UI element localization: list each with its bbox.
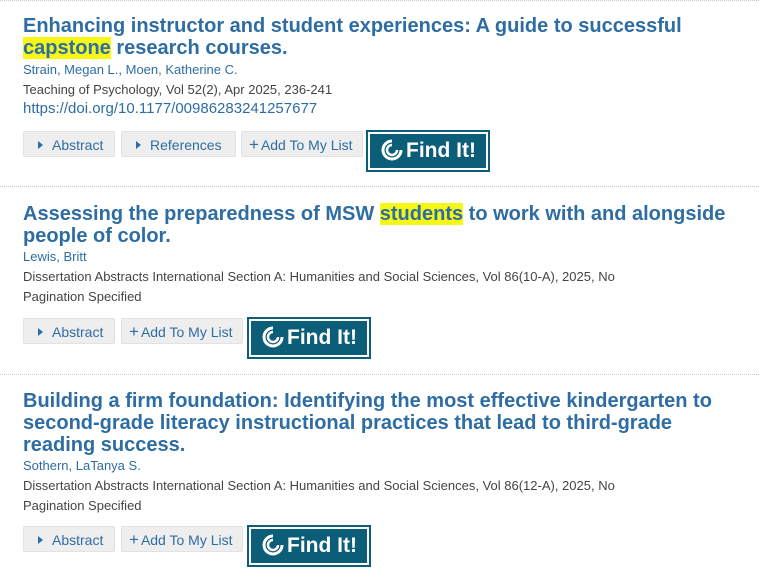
result-source: Dissertation Abstracts International Sec… (23, 269, 615, 304)
result-title[interactable]: Assessing the preparedness of MSW studen… (23, 203, 743, 247)
result-doi-link[interactable]: https://doi.org/10.1177/0098628324125767… (23, 100, 317, 118)
find-it-button[interactable]: Find It! (247, 317, 371, 359)
search-term-highlight: students (379, 203, 464, 225)
abstract-button[interactable]: Abstract (23, 318, 115, 344)
result-authors[interactable]: Strain, Megan L., Moen, Katherine C. (23, 62, 238, 78)
caret-right-icon (136, 141, 141, 149)
result-source: Dissertation Abstracts International Sec… (23, 478, 615, 513)
result-authors[interactable]: Lewis, Britt (23, 249, 87, 265)
result-divider (0, 186, 759, 187)
findit-swirl-icon (381, 139, 403, 161)
add-to-my-list-button[interactable]: + Add To My List (241, 131, 363, 157)
result-title[interactable]: Building a firm foundation: Identifying … (23, 390, 723, 456)
add-to-my-list-button[interactable]: + Add To My List (121, 526, 243, 552)
abstract-button[interactable]: Abstract (23, 131, 115, 157)
plus-icon: + (249, 135, 259, 154)
result-source: Teaching of Psychology, Vol 52(2), Apr 2… (23, 82, 333, 97)
caret-right-icon (38, 141, 43, 149)
add-to-my-list-button[interactable]: + Add To My List (121, 318, 243, 344)
findit-swirl-icon (262, 326, 284, 348)
caret-right-icon (38, 328, 43, 336)
result-authors[interactable]: Sothern, LaTanya S. (23, 458, 141, 474)
find-it-button[interactable]: Find It! (366, 130, 490, 172)
caret-right-icon (38, 536, 43, 544)
plus-icon: + (129, 530, 139, 549)
result-title[interactable]: Enhancing instructor and student experie… (23, 15, 743, 59)
abstract-button[interactable]: Abstract (23, 526, 115, 552)
search-term-highlight: capstone (23, 37, 111, 59)
result-divider (0, 374, 759, 375)
find-it-button[interactable]: Find It! (247, 525, 371, 567)
result-divider (0, 0, 759, 1)
findit-swirl-icon (262, 534, 284, 556)
plus-icon: + (129, 322, 139, 341)
references-button[interactable]: References (121, 131, 236, 157)
